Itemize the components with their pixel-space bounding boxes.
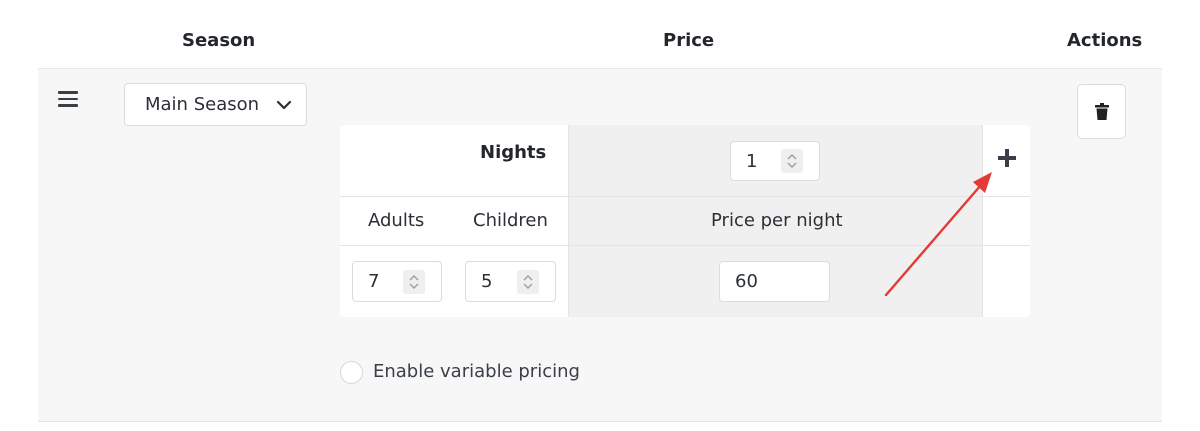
adults-value: 7 [368, 271, 380, 292]
variable-pricing-label[interactable]: Enable variable pricing [373, 361, 580, 382]
nights-input[interactable]: 1 [730, 141, 820, 181]
adults-spinner-icon[interactable] [403, 270, 425, 294]
season-select[interactable]: Main Season [124, 83, 307, 126]
nights-spinner-icon[interactable] [781, 149, 803, 173]
trash-icon [1094, 103, 1109, 120]
adults-input[interactable]: 7 [352, 261, 442, 302]
variable-pricing-toggle[interactable] [340, 361, 363, 384]
plus-icon [998, 149, 1016, 167]
adults-label: Adults [368, 210, 425, 231]
children-label: Children [473, 210, 548, 231]
children-value: 5 [481, 271, 493, 292]
divider [568, 125, 569, 317]
column-header-price: Price [663, 30, 715, 51]
price-per-night-input[interactable]: 60 [719, 261, 830, 302]
column-header-season: Season [182, 30, 256, 51]
chevron-down-icon [276, 100, 292, 110]
price-per-night-label: Price per night [711, 210, 843, 231]
price-value: 60 [735, 271, 758, 292]
season-select-value: Main Season [145, 94, 260, 115]
nights-value: 1 [746, 150, 758, 172]
children-input[interactable]: 5 [465, 261, 556, 302]
divider [982, 125, 983, 317]
pricing-table: Nights 1 Adults Children Price per night… [340, 125, 1030, 317]
column-header-actions: Actions [1067, 30, 1143, 51]
delete-season-button[interactable] [1077, 84, 1126, 139]
nights-label: Nights [480, 142, 547, 163]
children-spinner-icon[interactable] [517, 270, 539, 294]
divider [340, 196, 1030, 197]
add-nights-button[interactable] [994, 145, 1020, 171]
drag-handle-icon[interactable] [58, 91, 78, 107]
divider [340, 245, 1030, 246]
